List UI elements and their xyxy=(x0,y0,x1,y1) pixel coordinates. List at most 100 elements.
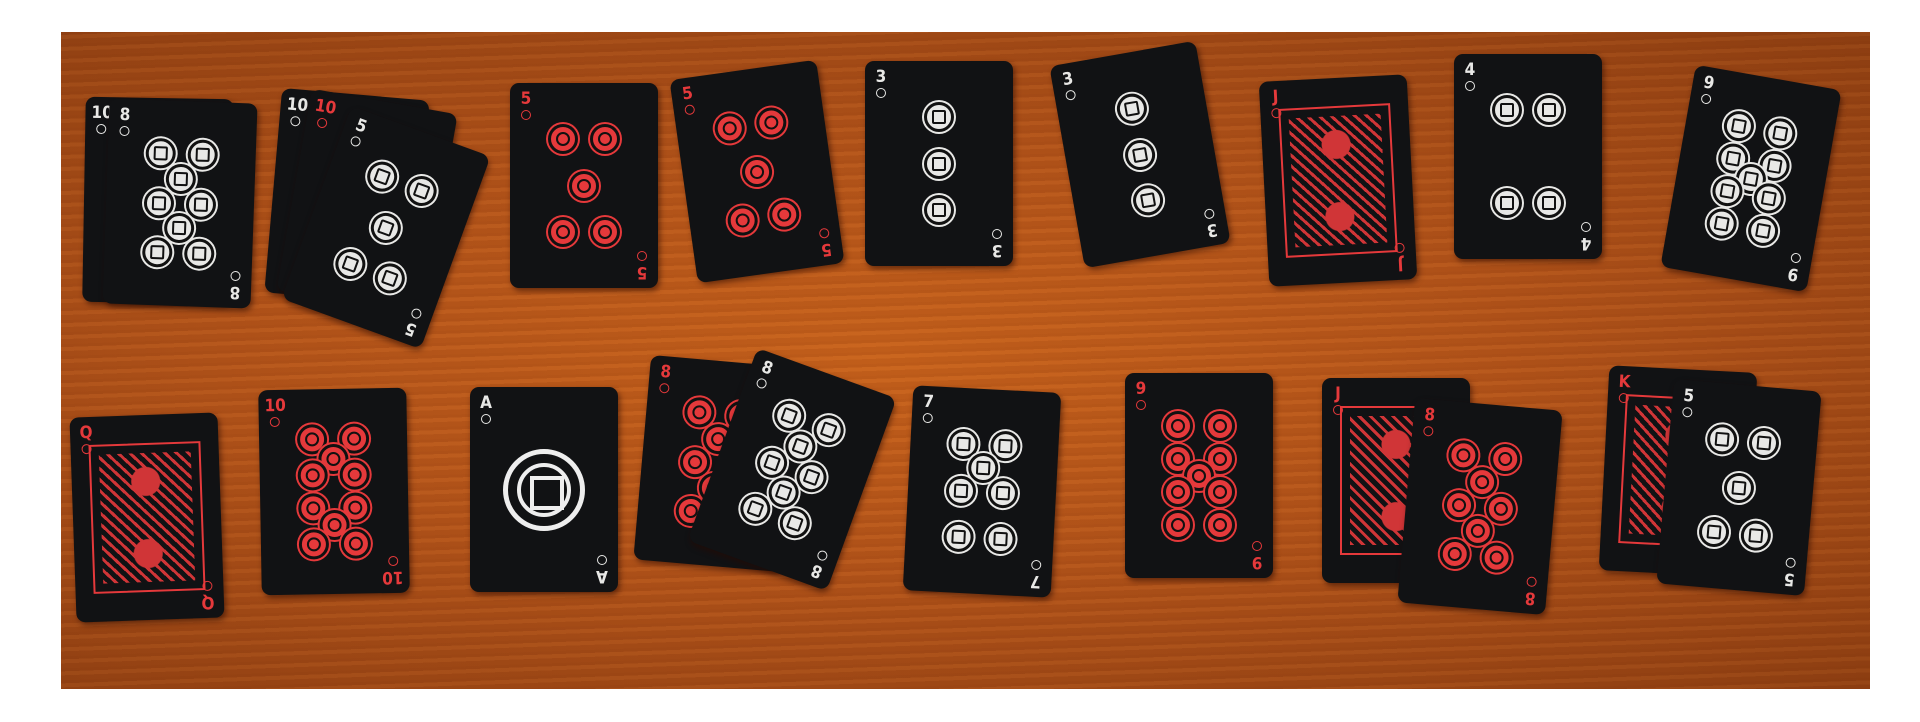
skull-crossbones-icon xyxy=(1114,91,1150,127)
keyhole-icon xyxy=(683,396,716,429)
dial-icon xyxy=(548,216,579,247)
rank-label: 10 xyxy=(264,395,286,417)
keyhole-icon xyxy=(725,203,760,238)
skull-crossbones-icon xyxy=(363,157,402,197)
card-index-tl: 8 xyxy=(751,357,780,391)
suit-icon xyxy=(316,117,328,129)
safe-icon xyxy=(984,522,1017,555)
card-index-tl: 10 xyxy=(285,94,309,127)
card-index-tl: 5 xyxy=(677,83,701,117)
playing-card-q-red: QQ xyxy=(69,412,225,623)
skull-crossbones-icon xyxy=(143,187,175,219)
suit-icon xyxy=(1252,541,1262,551)
safe-icon xyxy=(770,396,809,436)
dial-icon xyxy=(339,459,370,490)
safe-icon xyxy=(924,194,954,225)
dial-icon xyxy=(1480,541,1513,574)
safe-icon xyxy=(775,503,814,543)
rank-label: 9 xyxy=(1251,552,1263,572)
suit-icon xyxy=(521,110,531,120)
suit-icon xyxy=(289,115,301,127)
dial-icon xyxy=(1204,411,1235,441)
suit-icon xyxy=(1681,406,1693,418)
card-index-br: 5 xyxy=(399,305,428,340)
rank-label: 8 xyxy=(1524,587,1537,609)
rank-label: A xyxy=(480,393,492,413)
skull-crossbones-icon xyxy=(165,163,197,195)
card-index-tl: 5 xyxy=(516,91,536,120)
suit-icon xyxy=(1790,252,1802,264)
skull-crossbones-icon xyxy=(1122,137,1158,172)
card-index-tl: 8 xyxy=(1418,404,1440,437)
card-index-br: 9 xyxy=(1782,251,1807,285)
suit-icon xyxy=(1581,222,1591,232)
suit-icon xyxy=(637,251,647,261)
card-index-tl: 7 xyxy=(918,391,939,424)
card-index-br: 8 xyxy=(225,270,246,302)
dial-icon xyxy=(1461,514,1495,548)
suit-icon xyxy=(992,229,1002,239)
suit-icon xyxy=(597,555,607,565)
card-index-br: 7 xyxy=(1025,559,1046,591)
rank-label: 7 xyxy=(922,391,935,413)
safe-icon xyxy=(1704,206,1740,242)
dial-icon xyxy=(1438,537,1472,571)
playing-card-a-white: AA xyxy=(470,387,618,592)
suit-icon xyxy=(269,416,280,428)
card-index-tl: 3 xyxy=(871,69,891,98)
card-index-tl: 10 xyxy=(311,96,338,130)
rank-label: 4 xyxy=(1580,233,1592,253)
suit-icon xyxy=(1700,93,1712,105)
dial-icon xyxy=(1204,477,1235,507)
card-index-tl: 10 xyxy=(264,395,286,428)
keyhole-icon xyxy=(679,445,712,478)
dial-icon xyxy=(1443,488,1476,521)
suit-icon xyxy=(1422,425,1434,437)
face-card-artwork xyxy=(1278,103,1398,258)
skull-crossbones-icon xyxy=(183,238,215,270)
skull-crossbones-icon xyxy=(163,212,195,244)
rank-label: A xyxy=(596,566,608,586)
suit-icon xyxy=(1030,559,1042,571)
suit-icon xyxy=(119,125,130,137)
safe-icon xyxy=(1747,427,1780,460)
suit-icon xyxy=(1526,576,1538,588)
rank-label: 10 xyxy=(285,94,309,117)
playing-card-9-white: 99 xyxy=(1660,64,1842,293)
safe-icon xyxy=(924,148,954,179)
dial-icon xyxy=(1163,477,1194,507)
card-index-tl: 5 xyxy=(345,115,374,149)
rank-label: 10 xyxy=(382,566,404,588)
rank-label: J xyxy=(1335,384,1341,404)
playing-card-5-white: 55 xyxy=(1656,378,1822,597)
face-card-artwork xyxy=(88,441,206,594)
card-index-br: 4 xyxy=(1576,222,1596,253)
playing-card-7-white: 77 xyxy=(902,385,1062,598)
skull-crossbones-icon xyxy=(331,244,370,284)
suit-icon xyxy=(388,555,399,567)
rank-label: Q xyxy=(201,591,215,613)
card-index-br: 5 xyxy=(814,227,838,260)
card-index-tl: A xyxy=(476,395,496,424)
playing-card-4-white: 44 xyxy=(1454,54,1602,259)
playing-card-3-white: 33 xyxy=(865,61,1013,266)
card-index-br: 3 xyxy=(1199,207,1224,240)
dial-icon xyxy=(1447,439,1480,472)
rank-label: 5 xyxy=(402,317,420,340)
court-figure-icon xyxy=(1288,113,1388,248)
card-index-tl: 3 xyxy=(1057,69,1082,102)
dial-icon xyxy=(1163,510,1194,540)
suit-icon xyxy=(96,123,107,135)
dial-icon xyxy=(298,529,330,560)
safe-icon xyxy=(1492,95,1523,126)
card-index-tl: 8 xyxy=(114,105,135,137)
rank-label: 3 xyxy=(875,67,887,87)
dial-icon xyxy=(569,170,599,201)
rank-label: 5 xyxy=(1783,568,1796,590)
rank-label: Q xyxy=(79,422,93,444)
card-index-br: 8 xyxy=(805,547,834,582)
rank-label: 8 xyxy=(1423,404,1436,426)
rank-label: 8 xyxy=(659,361,672,383)
rank-label: 5 xyxy=(1682,385,1695,407)
suit-icon xyxy=(230,270,241,282)
